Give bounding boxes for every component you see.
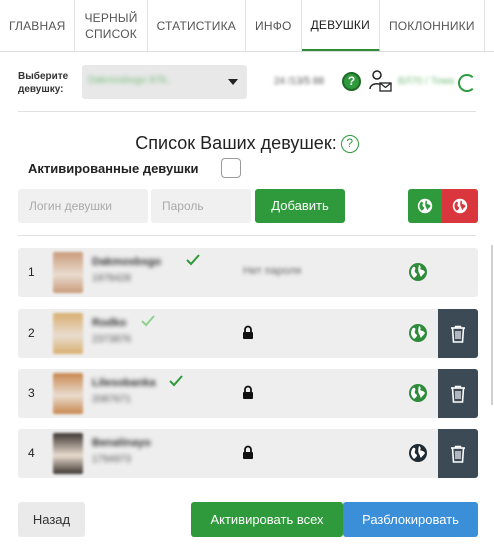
girl-id: 2087671: [92, 394, 131, 405]
girl-login: Lilesobanka: [92, 377, 156, 389]
girl-select-value: Dakmosbsgo 978..: [88, 75, 172, 86]
row-number: 3: [28, 386, 35, 400]
trash-icon: [451, 445, 465, 463]
girl-login: Dakmosbsgo: [92, 256, 162, 268]
activated-girls-label: Активированные девушки: [28, 161, 199, 176]
delete-girl-button[interactable]: [438, 369, 478, 418]
add-girl-button[interactable]: Добавить: [255, 189, 345, 223]
verified-check-icon: [141, 315, 155, 327]
tab-blacklist[interactable]: ЧЕРНЫЙ СПИСОК: [75, 0, 148, 51]
row-number: 2: [28, 326, 35, 340]
trash-icon: [451, 325, 465, 343]
delete-girl-button[interactable]: [438, 309, 478, 358]
verified-check-icon: [186, 254, 200, 266]
girl-login: Rodko: [92, 317, 127, 329]
girl-id: 1794973: [92, 454, 131, 465]
activate-all-button[interactable]: Активировать всех: [191, 502, 343, 537]
divider: [18, 111, 476, 112]
avatar: [53, 313, 83, 354]
list-item: 4 Benalinayo 1794973: [18, 429, 478, 478]
globe-icon: [417, 198, 433, 214]
lock-icon: [243, 325, 253, 339]
girl-password-input[interactable]: [151, 189, 251, 223]
girl-id: 1978428: [92, 273, 131, 284]
back-button[interactable]: Назад: [18, 502, 85, 537]
lock-icon: [243, 385, 253, 399]
unblock-button[interactable]: Разблокировать: [343, 502, 478, 537]
girl-select-label: Выберите девушку:: [18, 71, 69, 95]
lock-icon: [243, 445, 253, 459]
avatar: [53, 252, 83, 293]
activated-girls-checkbox[interactable]: [221, 158, 241, 178]
main-tabs: ГЛАВНАЯ ЧЕРНЫЙ СПИСОК СТАТИСТИКА ИНФО ДЕ…: [0, 0, 494, 52]
avatar: [53, 373, 83, 414]
girls-list-title: Список Ваших девушек:?: [0, 133, 494, 154]
globe-icon[interactable]: [408, 383, 428, 403]
delete-girl-button[interactable]: [438, 429, 478, 478]
selected-girl-info: 24 /13/5 88: [274, 76, 325, 87]
girl-id: 2373876: [92, 334, 131, 345]
verified-check-icon: [169, 375, 183, 387]
list-item: 1 Dakmosbsgo 1978428 Нет пароля: [18, 248, 478, 297]
trash-icon: [451, 385, 465, 403]
globe-icon: [452, 198, 468, 214]
girl-login-input[interactable]: [18, 189, 148, 223]
divider: [18, 235, 476, 236]
scrollbar[interactable]: [491, 245, 493, 405]
tab-statistics[interactable]: СТАТИСТИКА: [148, 0, 247, 51]
tab-main[interactable]: ГЛАВНАЯ: [0, 0, 76, 51]
help-icon[interactable]: ?: [342, 72, 361, 91]
girl-select[interactable]: Dakmosbsgo 978..: [82, 65, 247, 99]
tab-admirers[interactable]: ПОКЛОННИКИ: [380, 0, 485, 51]
girl-login: Benalinayo: [92, 437, 151, 449]
user-mail-icon[interactable]: [368, 69, 392, 93]
row-number: 4: [28, 446, 35, 460]
avatar: [53, 433, 83, 474]
chevron-down-icon: [228, 79, 238, 85]
row-number: 1: [28, 265, 35, 279]
globe-icon[interactable]: [408, 262, 428, 282]
tab-info[interactable]: ИНФО: [246, 0, 302, 51]
globe-offline-all-button[interactable]: [442, 189, 478, 223]
globe-icon[interactable]: [408, 323, 428, 343]
help-outline-icon[interactable]: ?: [340, 135, 359, 153]
loading-spinner-icon: [458, 74, 476, 92]
tab-girls[interactable]: ДЕВУШКИ: [301, 0, 380, 51]
selected-girl-status: ВЛ70 / Тема: [398, 76, 455, 87]
list-item: 3 Lilesobanka 2087671: [18, 369, 478, 418]
globe-online-all-button[interactable]: [408, 189, 442, 223]
girls-list-title-text: Список Ваших девушек:: [135, 133, 337, 153]
globe-icon[interactable]: [408, 443, 428, 463]
list-item: 2 Rodko 2373876: [18, 309, 478, 358]
password-status: Нет пароля: [243, 265, 302, 277]
